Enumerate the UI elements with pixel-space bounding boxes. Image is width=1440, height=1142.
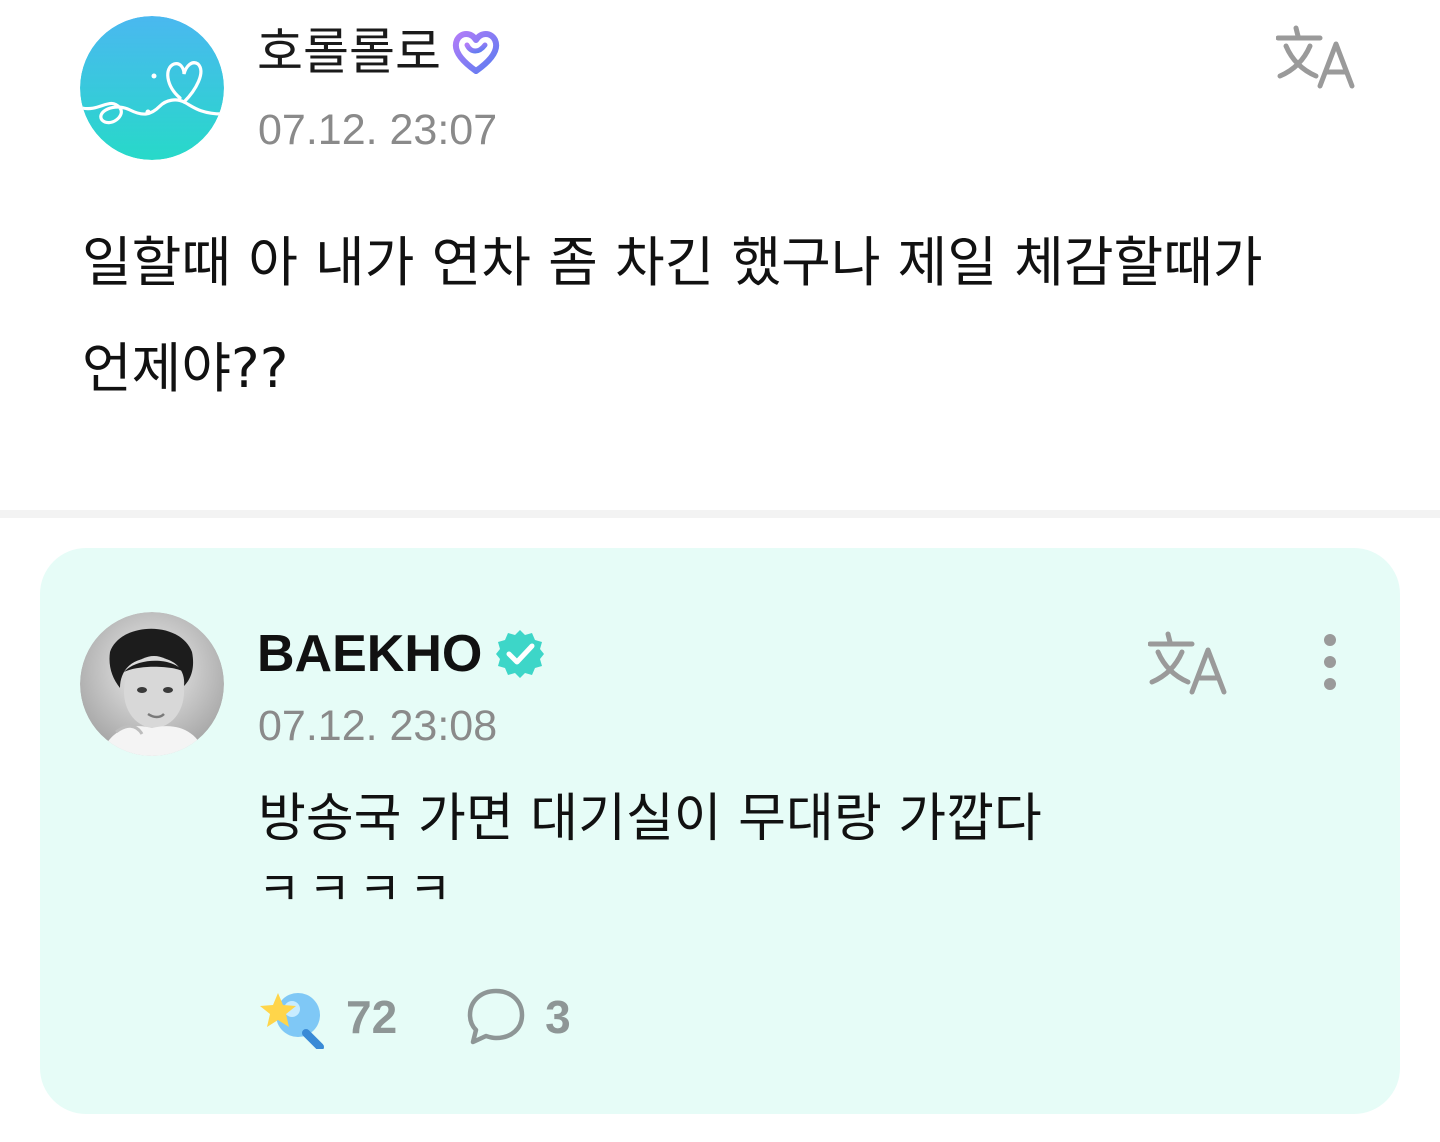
heart-doodle-avatar-icon xyxy=(80,16,224,160)
post-timestamp: 07.12. 23:07 xyxy=(258,106,498,154)
post-author-name[interactable]: 호롤롤로 xyxy=(257,24,503,80)
comment-button[interactable]: 3 xyxy=(465,986,571,1048)
post-translate-button[interactable] xyxy=(1275,22,1362,92)
reply-stats: 72 3 xyxy=(258,984,571,1050)
reply-timestamp: 07.12. 23:08 xyxy=(258,702,498,750)
reply-author-name[interactable]: BAEKHO xyxy=(257,626,546,682)
star-lightstick-icon xyxy=(260,993,324,1049)
post-author-label: 호롤롤로 xyxy=(257,23,441,81)
comment-count: 3 xyxy=(545,991,571,1043)
post-body: 일할때 아 내가 연차 좀 차긴 했구나 제일 체감할때가 언제야?? xyxy=(82,210,1382,422)
post-body-line-2: 언제야?? xyxy=(82,337,289,400)
post-author-avatar[interactable] xyxy=(80,16,224,160)
post-body-line-1: 일할때 아 내가 연차 좀 차긴 했구나 제일 체감할때가 xyxy=(82,231,1263,294)
translate-icon xyxy=(1275,25,1355,89)
translate-icon xyxy=(1147,631,1227,695)
reply-author-label: BAEKHO xyxy=(257,625,483,683)
more-options-button[interactable] xyxy=(1308,630,1352,700)
verified-badge-icon xyxy=(496,630,545,678)
fan-post: 호롤롤로 07.12. 23:07 일할때 아 내가 연차 좀 차긴 했구나 제… xyxy=(0,0,1440,510)
reply-body: 방송국 가면 대기실이 무대랑 가깝다 ㅋㅋㅋㅋ xyxy=(258,784,1338,924)
reply-body-line-2: ㅋㅋㅋㅋ xyxy=(258,862,460,916)
comment-bubble-icon xyxy=(467,988,525,1045)
section-divider xyxy=(0,510,1440,518)
reply-body-line-1: 방송국 가면 대기실이 무대랑 가깝다 xyxy=(258,789,1042,849)
like-button[interactable]: 72 xyxy=(258,985,397,1049)
like-count: 72 xyxy=(346,991,398,1043)
heart-badge-icon xyxy=(452,31,500,74)
reply-translate-button[interactable] xyxy=(1147,628,1234,698)
artist-reply-card[interactable]: BAEKHO 07.12. 23:08 방송국 가면 대기실이 무대랑 가깝다 xyxy=(40,548,1400,1114)
reply-author-avatar[interactable] xyxy=(80,612,224,756)
artist-photo-avatar xyxy=(80,612,224,756)
more-vertical-icon xyxy=(1324,634,1336,690)
